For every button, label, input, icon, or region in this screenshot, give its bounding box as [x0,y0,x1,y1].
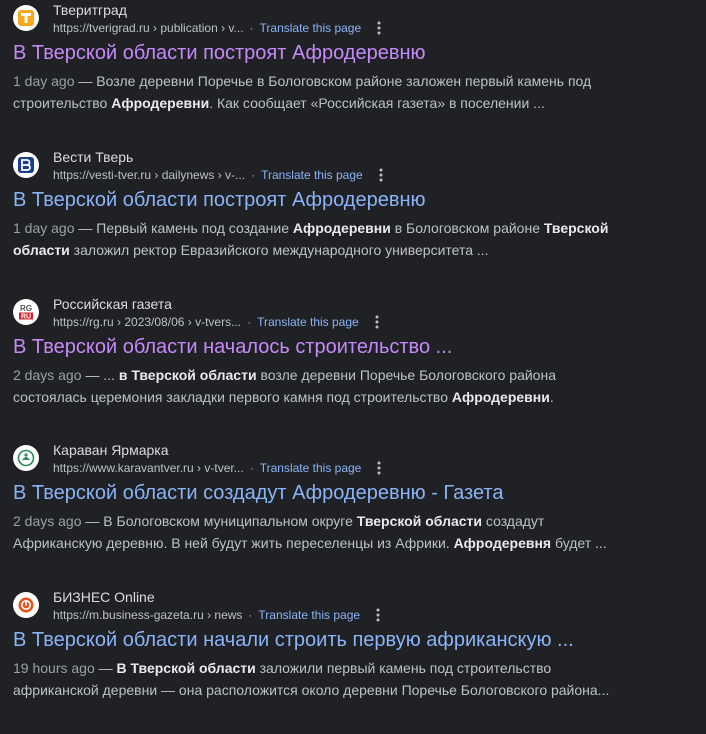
svg-text:RG: RG [20,304,32,313]
search-result: БИЗНЕС Online https://m.business-gazeta.… [13,587,703,701]
translate-link[interactable]: Translate this page [261,167,363,183]
separator-dot: · [249,21,254,35]
result-source[interactable]: RG RU Российская газета https://rg.ru › … [13,294,703,330]
result-url[interactable]: https://vesti-tver.ru › dailynews › v-..… [53,167,245,183]
snippet-text: в Бологовском районе [390,220,544,236]
result-url[interactable]: https://m.business-gazeta.ru › news [53,607,242,623]
snippet-highlight: в Тверской области [118,367,257,383]
separator-dot: · [247,315,252,329]
result-date: 1 day ago [13,220,75,236]
search-result: Вести Тверь https://vesti-tver.ru › dail… [13,147,703,261]
rg-logo-icon: RG RU [13,299,39,325]
result-snippet: 1 day ago — Возле деревни Поречье в Боло… [13,70,633,114]
snippet-highlight: Афродеревни [451,389,550,405]
result-date: 19 hours ago [13,660,95,676]
result-title-link[interactable]: В Тверской области построят Афродеревню [13,40,703,66]
svg-text:RU: RU [21,314,31,321]
result-title-link[interactable]: В Тверской области создадут Афродеревню … [13,480,703,506]
site-name: БИЗНЕС Online [53,589,155,605]
site-name: Караван Ярмарка [53,442,169,458]
more-options-icon[interactable] [371,314,383,330]
snippet-text: — ... [81,367,119,383]
snippet-text: . [549,389,554,405]
result-source[interactable]: Вести Тверь https://vesti-tver.ru › dail… [13,147,703,183]
more-options-icon[interactable] [373,460,385,476]
snippet-highlight: Афродеревни [292,220,391,236]
result-source[interactable]: БИЗНЕС Online https://m.business-gazeta.… [13,587,703,623]
karavan-logo-icon [13,445,39,471]
result-snippet: 2 days ago — ... в Тверской области возл… [13,364,633,408]
snippet-text: — [94,660,117,676]
snippet-highlight: Тверской области [356,513,483,529]
result-url[interactable]: https://www.karavantver.ru › v-tver... [53,460,244,476]
result-title-link[interactable]: В Тверской области построят Афродеревню [13,187,703,213]
snippet-text: — В Бологовском муниципальном округе [81,513,357,529]
translate-link[interactable]: Translate this page [260,20,362,36]
result-source[interactable]: Тверитград https://tverigrad.ru › public… [13,0,703,36]
snippet-text: заложил ректор Евразийского международно… [69,242,489,258]
result-snippet: 19 hours ago — В Тверской области заложи… [13,657,633,701]
result-date: 2 days ago [13,513,82,529]
result-snippet: 2 days ago — В Бологовском муниципальном… [13,510,633,554]
site-name: Вести Тверь [53,149,134,165]
result-title-link[interactable]: В Тверской области начали строить первую… [13,627,703,653]
separator-dot: · [251,168,256,182]
separator-dot: · [249,461,254,475]
translate-link[interactable]: Translate this page [257,314,359,330]
vesti-logo-icon [13,152,39,178]
site-name: Тверитград [53,2,127,18]
translate-link[interactable]: Translate this page [260,460,362,476]
search-result: Тверитград https://tverigrad.ru › public… [13,0,703,114]
snippet-text: . Как сообщает «Российская газета» в пос… [209,95,545,111]
more-options-icon[interactable] [372,607,384,623]
result-url[interactable]: https://rg.ru › 2023/08/06 › v-tvers... [53,314,241,330]
result-title-link[interactable]: В Тверской области началось строительств… [13,334,703,360]
result-date: 2 days ago [13,367,82,383]
search-result: Караван Ярмарка https://www.karavantver.… [13,440,703,554]
result-source[interactable]: Караван Ярмарка https://www.karavantver.… [13,440,703,476]
translate-link[interactable]: Translate this page [258,607,360,623]
snippet-text: будет ... [551,535,607,551]
site-name: Российская газета [53,296,172,312]
result-snippet: 1 day ago — Первый камень под создание А… [13,217,633,261]
snippet-highlight: Афродеревня [453,535,552,551]
more-options-icon[interactable] [373,20,385,36]
tverigrad-logo-icon [13,5,39,31]
result-date: 1 day ago [13,73,75,89]
result-url[interactable]: https://tverigrad.ru › publication › v..… [53,20,244,36]
snippet-text: — Первый камень под создание [74,220,293,236]
snippet-highlight: В Тверской области [116,660,256,676]
snippet-highlight: Афродеревни [111,95,210,111]
more-options-icon[interactable] [375,167,387,183]
separator-dot: · [248,608,253,622]
business-online-logo-icon [13,592,39,618]
search-result: RG RU Российская газета https://rg.ru › … [13,294,703,408]
